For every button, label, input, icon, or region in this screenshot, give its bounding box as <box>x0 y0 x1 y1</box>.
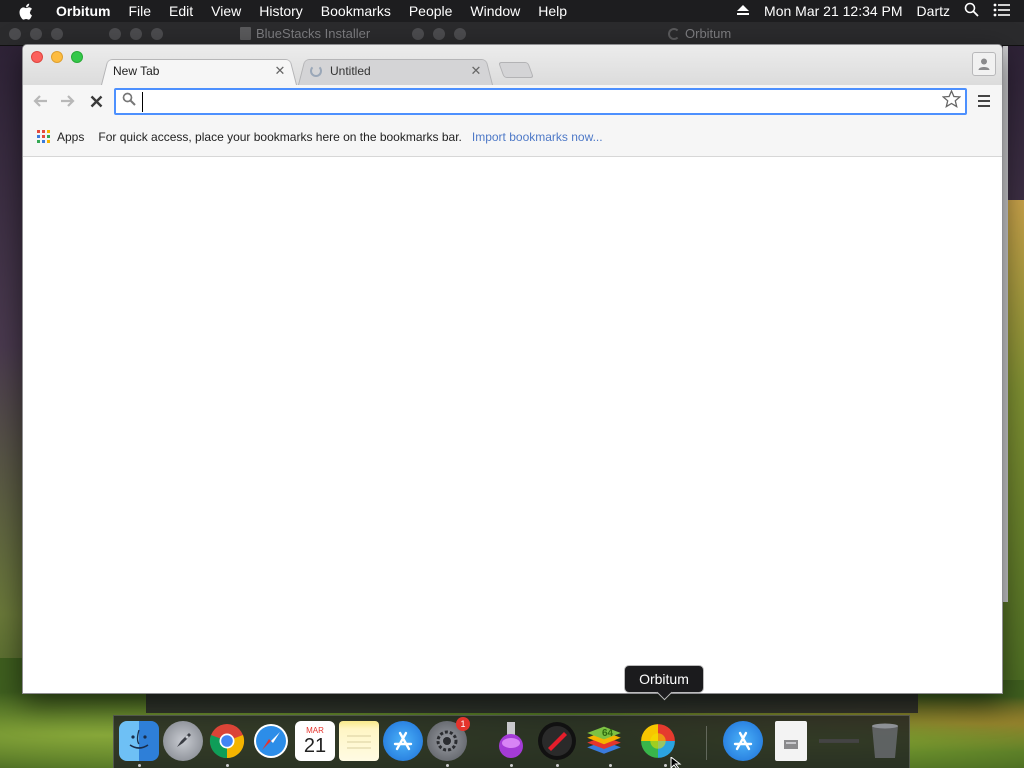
calendar-icon[interactable]: MAR 21 <box>295 721 335 761</box>
safari-icon[interactable] <box>251 721 291 761</box>
minimized-window-icon[interactable] <box>819 721 859 761</box>
menu-bookmarks[interactable]: Bookmarks <box>312 3 400 19</box>
profile-button[interactable] <box>972 52 996 76</box>
forward-button[interactable] <box>56 89 80 113</box>
menu-bar: Orbitum File Edit View History Bookmarks… <box>0 0 1024 22</box>
menu-edit[interactable]: Edit <box>160 3 202 19</box>
calendar-month: MAR <box>306 725 324 735</box>
menu-people[interactable]: People <box>400 3 462 19</box>
bookmarks-bar: Apps For quick access, place your bookma… <box>23 117 1002 157</box>
import-bookmarks-link[interactable]: Import bookmarks now... <box>472 130 603 144</box>
tab-label: Untitled <box>330 64 371 78</box>
bluestacks-64-label: 64 <box>602 728 614 739</box>
search-icon <box>122 92 136 111</box>
orbitum-icon[interactable] <box>638 721 678 761</box>
menu-app-name[interactable]: Orbitum <box>52 3 119 19</box>
browser-window: New Tab ✕ Untitled ✕ Apps For quick acce… <box>22 44 1003 694</box>
apps-shortcut[interactable]: Apps <box>37 130 84 144</box>
eject-icon[interactable] <box>729 3 757 19</box>
menu-window[interactable]: Window <box>461 3 529 19</box>
bookmark-star-icon[interactable] <box>941 89 962 113</box>
system-preferences-icon[interactable]: 1 <box>427 717 470 761</box>
installer-document-icon <box>240 27 251 40</box>
user-name[interactable]: Dartz <box>910 3 957 19</box>
tab-loading-icon <box>310 65 322 77</box>
dock-tooltip: Orbitum <box>624 665 704 693</box>
apps-label: Apps <box>57 129 85 144</box>
background-window-orbitum[interactable]: Orbitum <box>403 22 1024 46</box>
minimize-window-button[interactable] <box>51 51 63 63</box>
stop-x-icon <box>90 95 102 107</box>
dock-tooltip-label: Orbitum <box>639 671 689 687</box>
close-window-button[interactable] <box>31 51 43 63</box>
background-window-controls[interactable] <box>109 27 163 40</box>
spotlight-search-icon[interactable] <box>957 2 986 20</box>
menu-help[interactable]: Help <box>529 3 576 19</box>
notification-badge: 1 <box>456 717 470 731</box>
calendar-day: 21 <box>303 734 327 757</box>
finder-icon[interactable] <box>119 721 159 761</box>
address-input[interactable] <box>142 91 942 112</box>
close-tab-icon[interactable]: ✕ <box>273 64 287 78</box>
close-tab-icon[interactable]: ✕ <box>469 64 483 78</box>
opera-icon[interactable] <box>537 721 577 761</box>
toolbar <box>23 85 1002 117</box>
background-window-controls[interactable] <box>412 27 466 40</box>
page-content[interactable] <box>23 157 1002 693</box>
clock[interactable]: Mon Mar 21 12:34 PM <box>757 3 910 19</box>
chrome-icon[interactable] <box>207 721 247 761</box>
maximize-window-button[interactable] <box>71 51 83 63</box>
tab-untitled[interactable]: Untitled ✕ <box>298 57 493 85</box>
browser-menu-button[interactable] <box>974 91 994 111</box>
person-icon <box>978 58 990 70</box>
new-tab-button[interactable] <box>498 62 534 78</box>
orbitum-loading-icon <box>668 27 680 40</box>
menu-history[interactable]: History <box>250 3 312 19</box>
back-arrow-icon <box>33 95 47 107</box>
tab-new-tab[interactable]: New Tab ✕ <box>101 57 297 85</box>
dock-separator <box>706 726 707 760</box>
app-store-icon[interactable] <box>383 721 423 761</box>
background-window-title: BlueStacks Installer <box>256 26 371 41</box>
app-store-folder-icon[interactable] <box>723 721 763 761</box>
background-window-title: Orbitum <box>685 26 732 41</box>
stop-loading-button[interactable] <box>84 89 108 113</box>
bluestacks-icon[interactable]: 64 <box>584 721 624 761</box>
trash-icon[interactable] <box>865 721 905 761</box>
mouse-cursor-icon <box>670 757 682 768</box>
menu-view[interactable]: View <box>202 3 250 19</box>
launchpad-icon[interactable] <box>163 721 203 761</box>
forward-arrow-icon <box>61 95 75 107</box>
apple-menu-icon[interactable] <box>18 3 40 20</box>
dock: MAR 21 1 64 <box>113 715 910 768</box>
tab-strip: New Tab ✕ Untitled ✕ <box>23 45 1002 85</box>
window-controls <box>31 51 83 63</box>
notes-icon[interactable] <box>339 721 379 761</box>
bookmarks-hint: For quick access, place your bookmarks h… <box>98 129 462 144</box>
window-edge <box>1003 46 1008 602</box>
background-window-bottom <box>146 693 918 713</box>
back-button[interactable] <box>28 89 52 113</box>
background-window-edge <box>0 22 100 46</box>
tab-label: New Tab <box>113 64 160 78</box>
notification-center-icon[interactable] <box>986 3 1018 20</box>
background-window-bluestacks[interactable]: BlueStacks Installer <box>100 22 403 46</box>
menu-file[interactable]: File <box>119 3 160 19</box>
address-bar[interactable] <box>114 88 967 115</box>
apps-grid-icon <box>37 130 50 143</box>
installer-icon[interactable] <box>491 721 531 761</box>
document-icon[interactable] <box>775 721 807 761</box>
